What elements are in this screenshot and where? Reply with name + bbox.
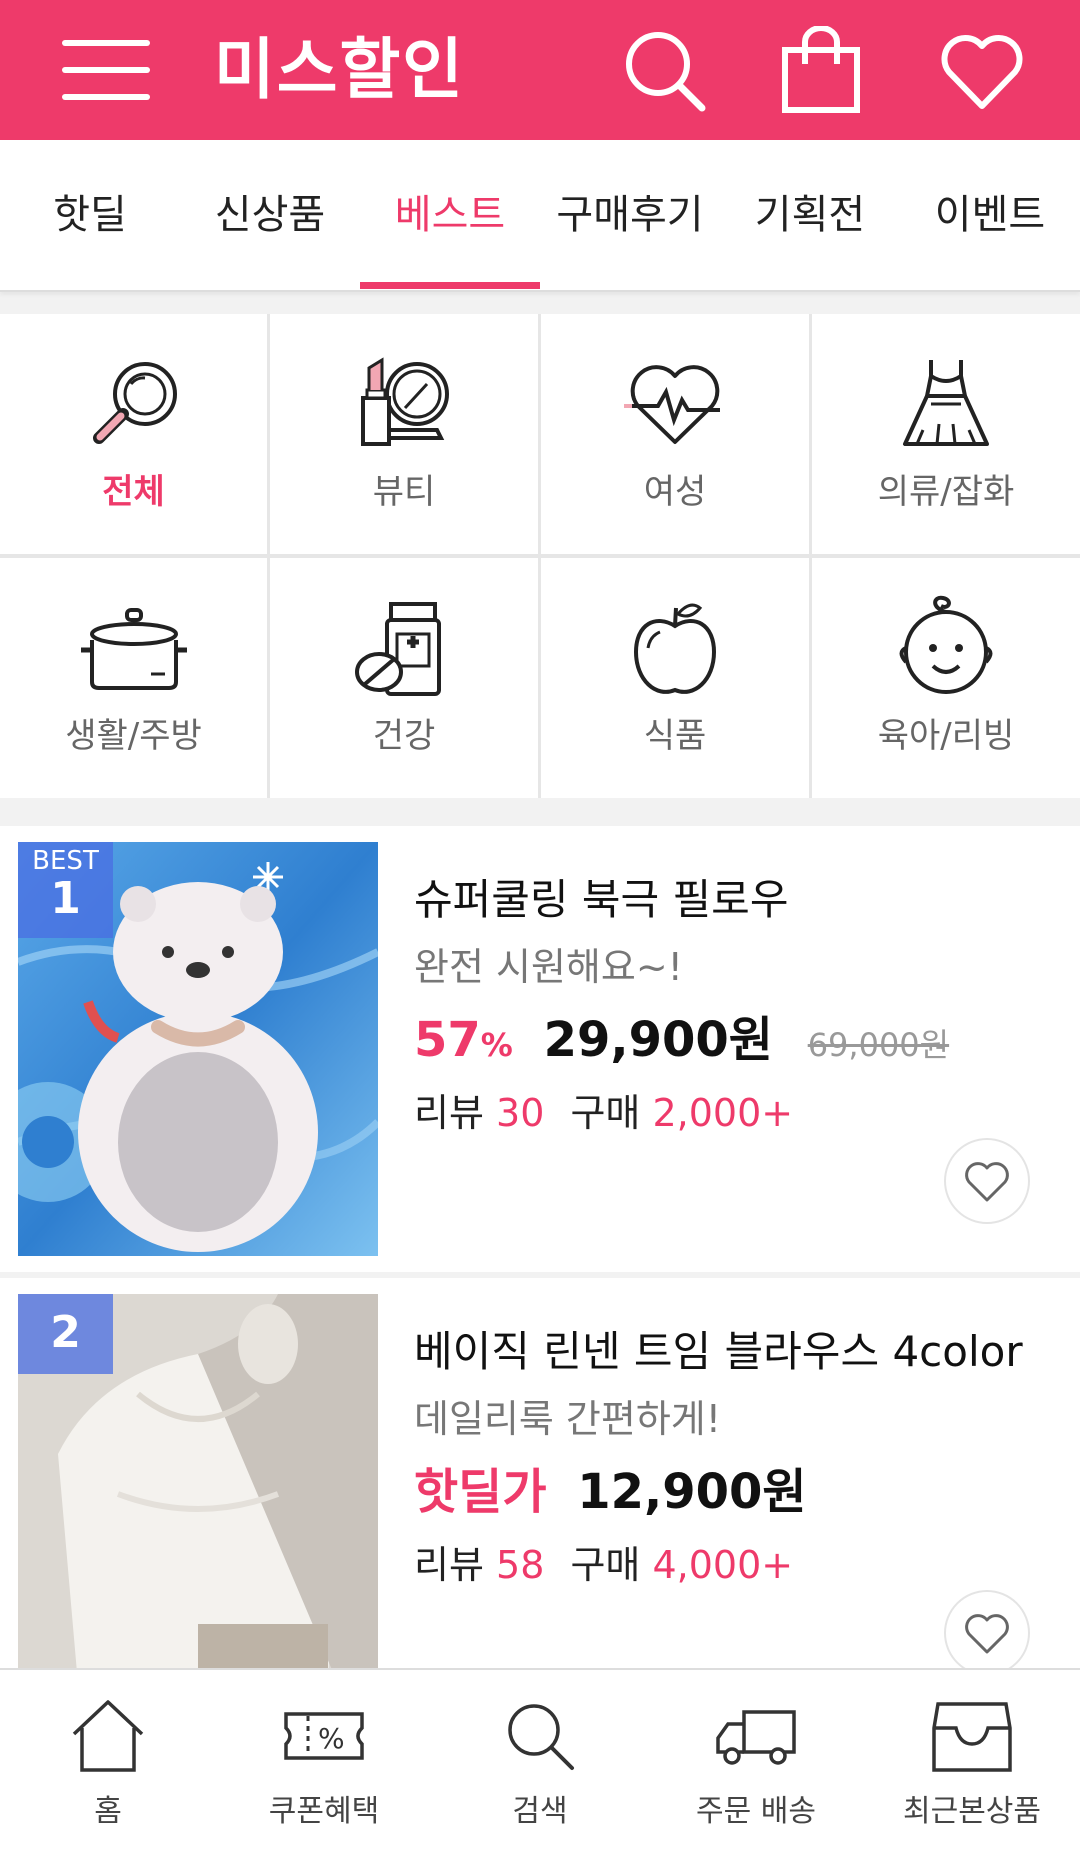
- review-count: 58: [496, 1543, 545, 1587]
- nav-coupon[interactable]: % 쿠폰혜택: [216, 1670, 432, 1850]
- product-card[interactable]: BEST 1 슈퍼쿨링 북극 필로우 완전 시원해요~! 57% 29,900원…: [0, 826, 1080, 1272]
- coupon-icon: %: [284, 1712, 364, 1760]
- best-rank-badge: BEST 1: [18, 842, 113, 938]
- tab-exhibition[interactable]: 기획전: [730, 140, 890, 290]
- search-icon: [508, 1704, 574, 1770]
- product-stats: 리뷰 30 구매 2,000+: [414, 1082, 793, 1137]
- nav-home[interactable]: 홈: [0, 1670, 216, 1850]
- discount-unit: %: [480, 1026, 513, 1064]
- nav-label: 최근본상품: [903, 1794, 1041, 1829]
- heart-icon[interactable]: [937, 26, 1027, 116]
- rank-number: 2: [50, 1307, 81, 1358]
- category-label: 뷰티: [372, 472, 436, 512]
- review-label: 리뷰: [414, 1543, 484, 1587]
- category-health[interactable]: 건강: [270, 558, 538, 798]
- tab-reviews[interactable]: 구매후기: [550, 140, 710, 290]
- tab-hotdeal[interactable]: 핫딜: [20, 140, 160, 290]
- purchase-label: 구매: [570, 1543, 641, 1587]
- apple-icon: [620, 594, 730, 704]
- rank-number: 1: [50, 873, 81, 924]
- category-label: 생활/주방: [65, 716, 202, 756]
- app-header: 미스할인: [0, 0, 1080, 140]
- shopping-bag-icon[interactable]: [777, 25, 867, 116]
- nav-label: 주문 배송: [696, 1794, 816, 1829]
- category-label: 의류/잡화: [877, 472, 1015, 512]
- nav-search[interactable]: 검색: [432, 1670, 648, 1850]
- purchase-count: 4,000+: [652, 1543, 794, 1587]
- product-subtitle: 데일리룩 간편하게!: [414, 1397, 721, 1441]
- wishlist-heart-icon[interactable]: [944, 1590, 1030, 1676]
- dress-icon: [891, 350, 1001, 460]
- product-stats: 리뷰 58 구매 4,000+: [414, 1534, 793, 1589]
- product-title[interactable]: 슈퍼쿨링 북극 필로우: [414, 866, 788, 927]
- review-count: 30: [496, 1091, 545, 1135]
- product-price-row: 57% 29,900원 69,000원: [414, 1000, 949, 1070]
- nav-label: 홈: [94, 1794, 122, 1829]
- tab-event[interactable]: 이벤트: [910, 140, 1070, 290]
- review-label: 리뷰: [414, 1091, 484, 1135]
- magnifier-icon: [79, 350, 189, 460]
- rank-badge: 2: [18, 1294, 113, 1374]
- product-title[interactable]: 베이직 린넨 트임 블라우스 4color: [414, 1318, 1023, 1379]
- category-label: 식품: [643, 716, 707, 756]
- home-icon: [72, 1700, 144, 1772]
- active-tab-indicator: [360, 282, 540, 289]
- medicine-bottle-icon: [349, 594, 459, 704]
- purchase-label: 구매: [570, 1091, 641, 1135]
- sale-price: 12,900원: [577, 1464, 807, 1520]
- nav-recent-products[interactable]: 최근본상품: [864, 1670, 1080, 1850]
- discount-rate: 57: [414, 1012, 481, 1068]
- category-label: 육아/리빙: [877, 716, 1015, 756]
- category-grid: 전체 뷰티 여성 의류/잡화 생활/주방 건강 식품 육아/리빙: [0, 314, 1080, 798]
- category-beauty[interactable]: 뷰티: [270, 314, 538, 554]
- product-price-row: 핫딜가 12,900원: [414, 1452, 807, 1522]
- main-tabs: 핫딜 신상품 베스트 구매후기 기획전 이벤트: [0, 140, 1080, 292]
- category-baby[interactable]: 육아/리빙: [812, 558, 1080, 798]
- product-card[interactable]: 2 베이직 린넨 트임 블라우스 4color 데일리룩 간편하게! 핫딜가 1…: [0, 1278, 1080, 1684]
- category-label: 여성: [643, 472, 707, 512]
- product-image[interactable]: BEST 1: [18, 842, 378, 1256]
- product-subtitle: 완전 시원해요~!: [414, 945, 683, 989]
- truck-icon: [716, 1710, 796, 1765]
- nav-label: 검색: [512, 1794, 568, 1829]
- baby-icon: [891, 594, 1001, 704]
- app-logo[interactable]: 미스할인: [214, 24, 465, 116]
- nav-label: 쿠폰혜택: [268, 1794, 380, 1829]
- recent-box-icon: [932, 1702, 1012, 1772]
- category-women[interactable]: 여성: [541, 314, 809, 554]
- category-label: 건강: [372, 716, 436, 756]
- original-price: 69,000원: [807, 1026, 950, 1064]
- nav-order-delivery[interactable]: 주문 배송: [648, 1670, 864, 1850]
- wishlist-heart-icon[interactable]: [944, 1138, 1030, 1224]
- category-all[interactable]: 전체: [0, 314, 267, 554]
- category-food[interactable]: 식품: [541, 558, 809, 798]
- svg-text:%: %: [318, 1722, 345, 1755]
- product-image[interactable]: 2: [18, 1294, 378, 1684]
- tab-new[interactable]: 신상품: [190, 140, 350, 290]
- category-label: 전체: [102, 472, 165, 512]
- tab-best[interactable]: 베스트: [360, 140, 540, 290]
- purchase-count: 2,000+: [652, 1091, 794, 1135]
- search-icon[interactable]: [620, 26, 710, 116]
- sale-price: 29,900원: [543, 1012, 773, 1068]
- category-clothing[interactable]: 의류/잡화: [812, 314, 1080, 554]
- lipstick-mirror-icon: [349, 350, 459, 460]
- menu-icon[interactable]: [62, 38, 152, 102]
- heart-pulse-icon: [620, 350, 730, 460]
- best-label: BEST: [32, 846, 99, 876]
- category-living[interactable]: 생활/주방: [0, 558, 267, 798]
- pot-icon: [79, 594, 189, 704]
- hotdeal-label: 핫딜가: [414, 1464, 547, 1520]
- bottom-navigation: 홈 % 쿠폰혜택 검색 주문 배송 최근본상품: [0, 1668, 1080, 1850]
